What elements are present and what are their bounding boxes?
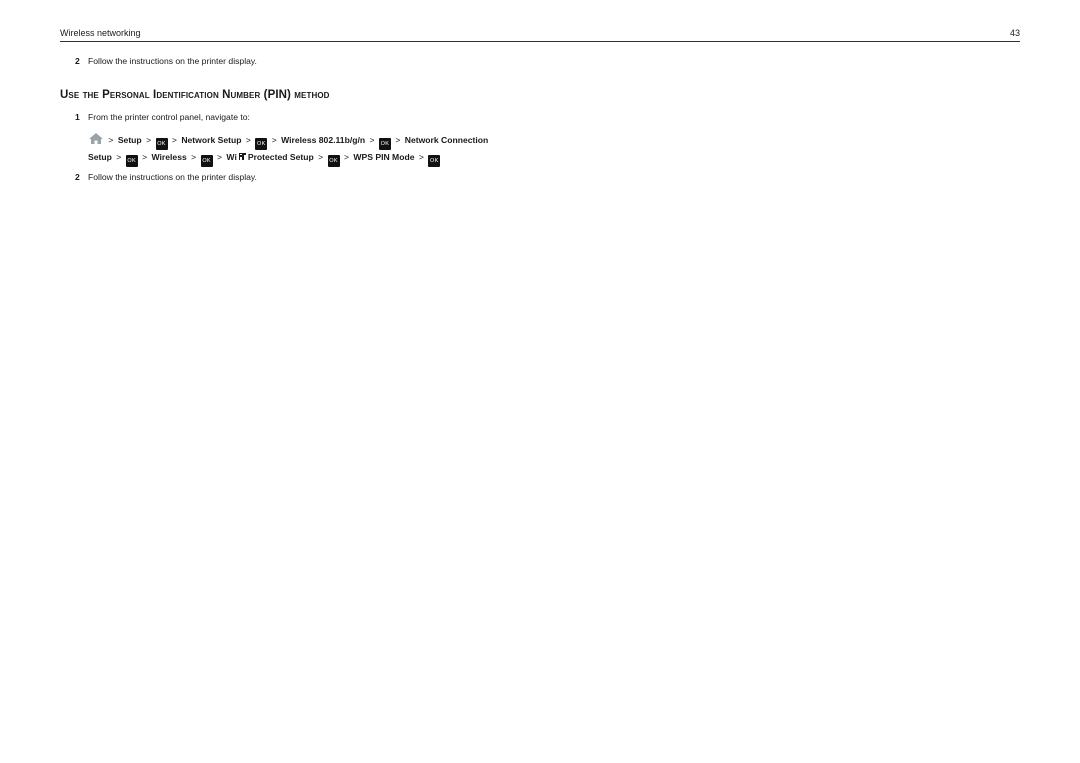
separator: > [216,152,223,162]
menu-network-connection: Network Connection [404,135,489,145]
step-item: 2 Follow the instructions on the printer … [75,172,257,183]
separator: > [271,135,277,145]
page-header: Wireless networking 43 [60,28,1020,42]
navigation-path-line-1: > Setup > OK > Network Setup > OK > Wire… [88,132,488,150]
separator: > [108,135,114,145]
step-text: Follow the instructions on the printer d… [88,172,257,182]
menu-network-setup: Network Setup [181,135,242,145]
step-text: Follow the instructions on the printer d… [88,56,257,66]
menu-wireless: Wireless [151,152,187,162]
ok-button-icon: OK [255,138,268,150]
ok-button-icon: OK [155,138,168,150]
step-text: From the printer control panel, navigate… [88,112,250,122]
ok-button-icon: OK [200,155,213,167]
ok-button-icon: OK [378,138,391,150]
separator: > [343,152,349,162]
home-icon [89,133,103,144]
separator: > [171,135,177,145]
step-item: 2 Follow the instructions on the printer … [75,56,257,67]
navigation-path-line-2: Setup > OK > Wireless > OK > Wi Protecte… [88,150,441,167]
ok-button-icon: OK [327,155,340,167]
section-title: Wireless networking [60,28,141,38]
separator: > [191,152,197,162]
menu-protected-setup: Protected Setup [247,152,314,162]
wifi-ligature-icon [238,153,246,160]
step-number: 2 [75,172,80,182]
step-number: 1 [75,112,80,122]
ok-button-icon: OK [125,155,138,167]
menu-setup: Setup [117,135,142,145]
separator: > [245,135,251,145]
separator: > [116,152,122,162]
menu-wps-pin-mode: WPS PIN Mode [353,152,415,162]
separator: > [142,152,148,162]
page-number: 43 [1009,28,1020,38]
step-number: 2 [75,56,80,66]
menu-setup-continued: Setup [88,152,112,162]
ok-button-icon: OK [428,155,441,167]
step-item: 1 From the printer control panel, navigat… [75,112,250,123]
separator: > [146,135,152,145]
separator: > [395,135,401,145]
menu-wi: Wi [226,152,237,162]
separator: > [418,152,424,162]
menu-wireless-80211: Wireless 802.11b/g/n [281,135,366,145]
separator: > [369,135,375,145]
separator: > [318,152,324,162]
section-heading: Use the Personal Identification Number (… [60,89,330,101]
